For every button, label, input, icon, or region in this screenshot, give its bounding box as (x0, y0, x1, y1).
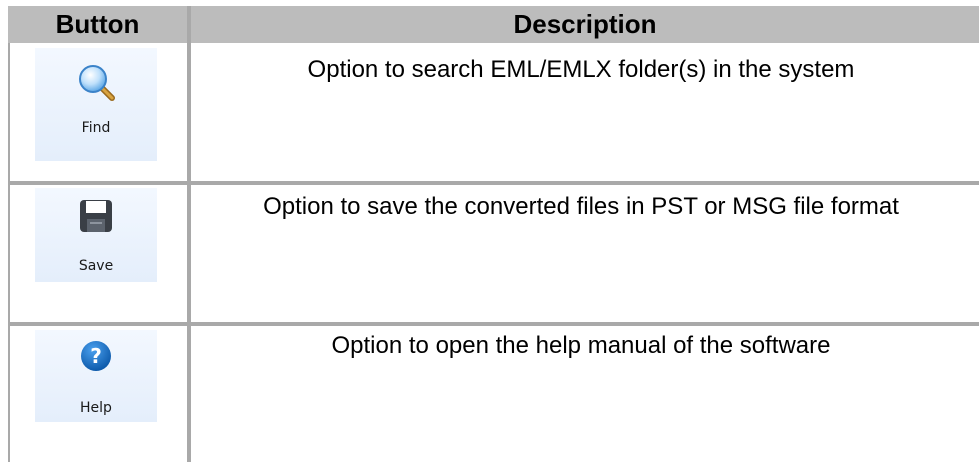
help-button[interactable]: ? Help (35, 330, 157, 422)
header-description: Description (191, 6, 979, 43)
question-mark-icon: ? (79, 336, 113, 376)
row-divider (8, 322, 979, 326)
floppy-disk-icon (77, 196, 115, 236)
row-divider (8, 181, 979, 185)
find-label: Find (81, 120, 111, 136)
magnifier-icon (76, 62, 116, 102)
find-button[interactable]: Find (35, 48, 157, 161)
help-label: Help (80, 400, 112, 416)
save-description: Option to save the converted files in PS… (263, 193, 899, 220)
find-description: Option to search EML/EMLX folder(s) in t… (307, 56, 855, 83)
header-button: Button (8, 6, 187, 43)
save-button[interactable]: Save (35, 188, 157, 282)
svg-text:?: ? (90, 344, 102, 368)
save-label: Save (78, 258, 114, 274)
left-border (8, 43, 10, 462)
help-description: Option to open the help manual of the so… (331, 332, 831, 359)
